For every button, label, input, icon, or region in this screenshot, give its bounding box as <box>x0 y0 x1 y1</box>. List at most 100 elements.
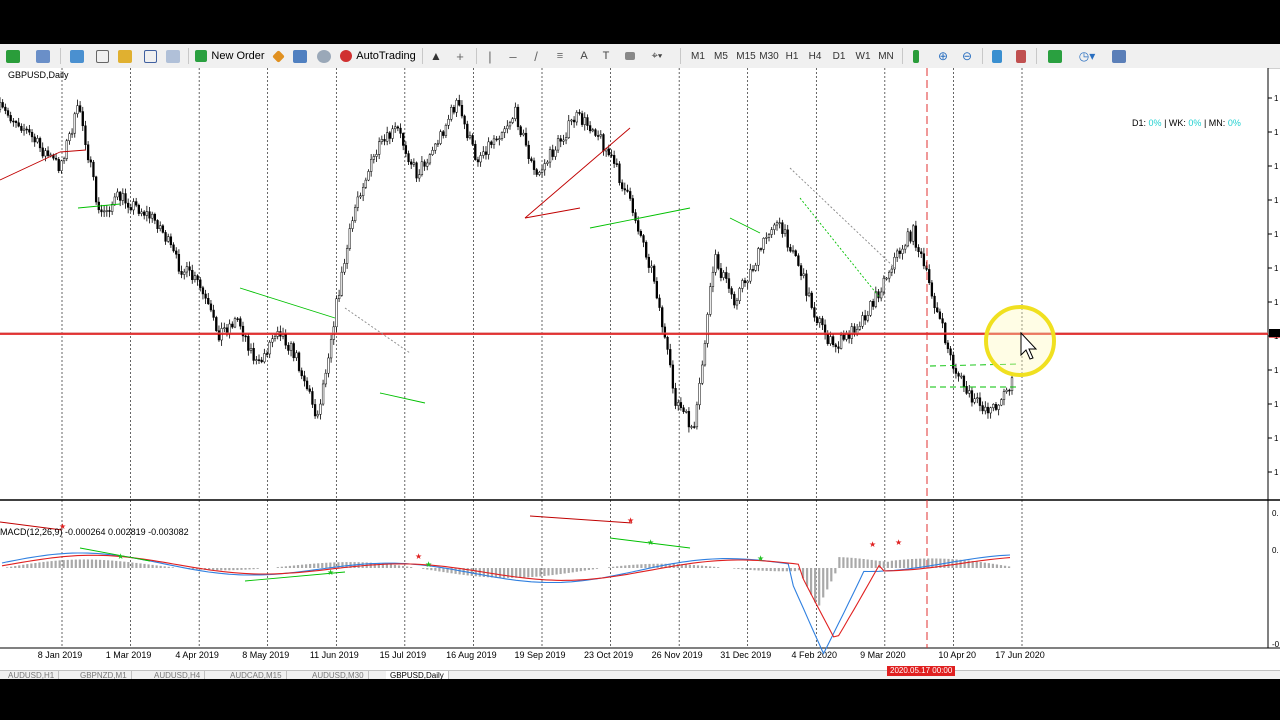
zoom-in-icon[interactable]: ⊕ <box>934 47 952 65</box>
new-chart-icon[interactable] <box>2 47 24 65</box>
data-window-icon[interactable] <box>93 47 111 65</box>
candle-body <box>100 209 103 213</box>
chart-area[interactable]: 8 Jan 2019 1 Mar 2019 4 Apr 2019 8 May 2019… <box>0 68 1280 678</box>
main-toolbar: New Order AutoTrading ▲ + | – / ≡ A T ⌖▾… <box>0 44 1280 69</box>
macd-bar <box>502 568 506 578</box>
candle-body <box>530 158 533 162</box>
macd-bar <box>612 566 615 568</box>
autoscroll-icon[interactable] <box>988 47 1006 65</box>
cursor-tool-icon[interactable]: ▲ <box>428 47 444 65</box>
zoom-out-icon[interactable]: ⊖ <box>958 47 976 65</box>
market-watch-icon[interactable] <box>68 47 86 65</box>
candle-body <box>156 220 159 229</box>
ea-icon[interactable] <box>270 47 286 65</box>
macd-bar <box>519 568 522 578</box>
tester-icon[interactable] <box>164 47 182 65</box>
candle-body <box>794 250 797 256</box>
macd-bar <box>6 567 9 568</box>
candle-body <box>693 426 696 428</box>
tf-m15[interactable]: M15 <box>736 47 756 65</box>
autotrading-button[interactable]: AutoTrading <box>338 47 418 65</box>
candle-body <box>872 301 875 307</box>
price-axis-label: 1 <box>1274 196 1279 205</box>
new-order-button[interactable]: New Order <box>194 47 266 65</box>
tf-w1[interactable]: W1 <box>855 47 871 65</box>
candle-body <box>458 100 461 106</box>
tf-d1[interactable]: D1 <box>831 47 847 65</box>
candle-body <box>821 318 824 326</box>
candle-body <box>484 151 488 155</box>
tf-m5[interactable]: M5 <box>713 47 729 65</box>
macd-bar <box>850 557 853 568</box>
periods-icon[interactable]: ◷▾ <box>1074 47 1100 65</box>
candle-body <box>479 155 482 163</box>
candle-body <box>570 119 573 122</box>
candle-body <box>738 288 741 302</box>
candle-body <box>933 295 936 308</box>
candle-body <box>9 115 12 122</box>
arrows-icon[interactable] <box>622 47 638 65</box>
candle-body <box>669 349 672 366</box>
text-tool-icon[interactable]: A <box>576 47 592 65</box>
tf-h1[interactable]: H1 <box>784 47 800 65</box>
candle-body <box>954 368 958 374</box>
indicators-icon[interactable] <box>1042 47 1068 65</box>
candle-body <box>781 222 784 234</box>
tab-audcad-m15[interactable]: AUDCAD,M15 <box>226 671 287 679</box>
templates-icon[interactable] <box>1106 47 1132 65</box>
candle-body <box>364 179 367 188</box>
channel-icon[interactable]: ≡ <box>552 47 568 65</box>
navigator-icon[interactable] <box>116 47 134 65</box>
text-label-icon[interactable]: T <box>598 47 614 65</box>
candle-body <box>500 132 504 139</box>
macd-axis-label: 0. <box>1272 509 1279 518</box>
candle-body <box>989 407 992 414</box>
tab-gbpnzd-m1[interactable]: GBPNZD,M1 <box>76 671 132 679</box>
candle-body <box>295 352 298 359</box>
macd-bar <box>248 568 251 570</box>
candle-body <box>471 135 474 145</box>
profiles-icon[interactable] <box>32 47 54 65</box>
candle-body <box>119 191 122 201</box>
candle-body <box>762 237 765 250</box>
macd-bar <box>244 568 247 570</box>
tab-audusd-h4[interactable]: AUDUSD,H4 <box>150 671 206 679</box>
macd-bar <box>979 562 982 568</box>
horizontal-line-icon[interactable]: – <box>505 47 521 65</box>
candle-body <box>175 250 178 255</box>
macd-bar <box>216 568 219 571</box>
candle-body <box>255 359 258 361</box>
signals-icon[interactable] <box>292 47 308 65</box>
price-axis-label: 1 <box>1274 230 1279 239</box>
trendline-icon[interactable]: / <box>528 47 544 65</box>
candle-body <box>690 426 693 428</box>
candle-body <box>33 136 36 143</box>
tf-h4[interactable]: H4 <box>807 47 823 65</box>
macd-bar <box>846 557 849 568</box>
chart-canvas[interactable]: 8 Jan 2019 1 Mar 2019 4 Apr 2019 8 May 2019… <box>0 68 1280 678</box>
candle-body <box>829 336 832 344</box>
macd-bar <box>919 558 922 568</box>
tab-audusd-m30[interactable]: AUDUSD,M30 <box>308 671 369 679</box>
candle-body <box>407 153 410 163</box>
tab-audusd-h1[interactable]: AUDUSD,H1 <box>4 671 60 679</box>
candle-body <box>610 154 613 157</box>
candle-body <box>380 139 383 143</box>
divergence-star-icon: ★ <box>869 540 876 549</box>
candle-body <box>1 102 4 108</box>
tf-mn[interactable]: MN <box>877 47 895 65</box>
crosshair-tool-icon[interactable]: + <box>452 47 468 65</box>
candle-body <box>78 105 82 112</box>
macd-bar <box>284 566 287 568</box>
bar-chart-icon[interactable] <box>908 47 924 65</box>
tf-m1[interactable]: M1 <box>690 47 706 65</box>
terminal-icon[interactable] <box>141 47 159 65</box>
tf-m30[interactable]: M30 <box>759 47 779 65</box>
shapes-dropdown-icon[interactable]: ⌖▾ <box>646 47 668 65</box>
chart-shift-icon[interactable] <box>1012 47 1030 65</box>
macd-bar <box>70 559 73 568</box>
vertical-line-icon[interactable]: | <box>482 47 498 65</box>
tab-gbpusd-daily[interactable]: GBPUSD,Daily <box>386 671 449 679</box>
market-icon[interactable] <box>316 47 332 65</box>
candle-body <box>30 131 34 138</box>
